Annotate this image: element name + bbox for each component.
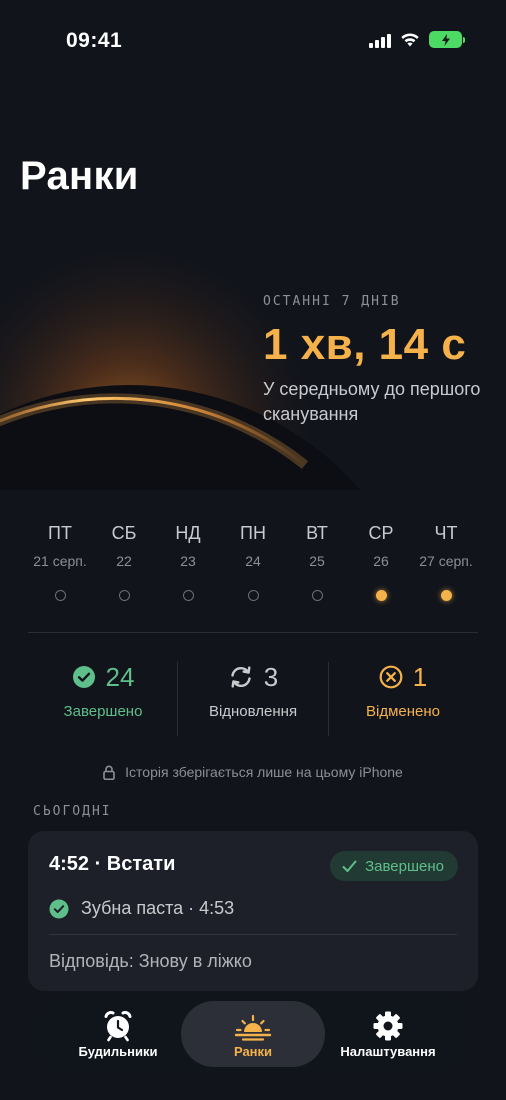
stat-completed: 24 Завершено <box>28 661 178 721</box>
completed-label: Завершено <box>63 703 143 720</box>
morning-entry-card[interactable]: 4:52 · Встати Завершено Зубна паста · 4:… <box>28 831 478 991</box>
status-time: 09:41 <box>66 29 123 52</box>
day-date: 26 <box>373 553 389 569</box>
stat-restored: 3 Відновлення <box>178 661 328 721</box>
stats-row: 24 Завершено 3 Відновлення 1 Відменено <box>28 662 478 736</box>
tab-label: Налаштування <box>340 1044 436 1059</box>
sunrise-icon <box>234 1014 272 1041</box>
day-date: 27 серп. <box>419 553 473 569</box>
gear-icon <box>373 1011 403 1041</box>
day-column[interactable]: СР 26 <box>349 520 413 601</box>
average-time-description: У середньому до першого сканування <box>263 379 481 424</box>
day-name: НД <box>175 523 201 543</box>
check-circle-icon <box>49 899 69 918</box>
section-label-today: СЬОГОДНІ <box>33 804 112 819</box>
refresh-icon <box>231 666 251 688</box>
day-name: СР <box>368 523 394 543</box>
cancelled-count: 1 <box>412 661 428 692</box>
tab-bar: Будильники Ранки Налаштування <box>40 996 466 1072</box>
week-strip: ПТ 21 серп. СБ 22 НД 23 ПН 24 ВТ 25 СР 2… <box>28 520 478 610</box>
wifi-icon <box>401 33 419 47</box>
check-circle-icon <box>72 666 95 688</box>
tab-label: Будильники <box>78 1044 158 1059</box>
stat-cancelled: 1 Відменено <box>328 661 478 721</box>
entry-step: Зубна паста · 4:53 <box>49 898 234 919</box>
day-date: 24 <box>245 553 261 569</box>
day-date: 21 серп. <box>33 553 87 569</box>
tab-label: Ранки <box>233 1044 273 1059</box>
entry-title: 4:52 · Встати <box>49 853 176 875</box>
status-icons <box>369 31 465 48</box>
day-indicator-dot <box>247 590 259 601</box>
tab-settings[interactable]: Налаштування <box>316 1001 460 1067</box>
restored-label: Відновлення <box>208 703 298 720</box>
battery-charging-icon <box>429 31 465 48</box>
day-indicator-dot <box>118 590 130 601</box>
day-indicator-dot <box>375 590 387 601</box>
average-time-value: 1 хв, 14 с <box>263 320 467 369</box>
divider <box>28 632 478 633</box>
x-circle-icon <box>379 665 403 689</box>
day-name: ПТ <box>48 523 72 543</box>
day-column[interactable]: ВТ 25 <box>285 520 349 601</box>
day-indicator-dot <box>311 590 323 601</box>
divider <box>49 934 457 935</box>
day-date: 22 <box>116 553 132 569</box>
day-date: 25 <box>309 553 325 569</box>
status-badge: Завершено <box>330 851 458 881</box>
day-name: ПН <box>240 523 266 543</box>
privacy-note-text: Історія зберігається лише на цьому iPhon… <box>125 764 403 780</box>
summary-hero: ОСТАННІ 7 ДНІВ 1 хв, 14 с У середньому д… <box>0 230 506 490</box>
day-indicator-dot <box>54 590 66 601</box>
day-indicator-dot <box>440 590 452 601</box>
day-date: 23 <box>180 553 196 569</box>
privacy-note: Історія зберігається лише на цьому iPhon… <box>0 764 506 780</box>
day-name: ВТ <box>306 523 328 543</box>
tab-mornings[interactable]: Ранки <box>181 1001 325 1067</box>
lock-icon <box>103 765 115 780</box>
tab-alarms[interactable]: Будильники <box>46 1001 190 1067</box>
entry-step-text: Зубна паста · 4:53 <box>81 898 235 918</box>
day-column[interactable]: ПН 24 <box>221 520 285 601</box>
cellular-signal-icon <box>369 32 391 48</box>
checkmark-icon <box>342 860 357 872</box>
entry-response: Відповідь: Знову в ліжко <box>49 951 252 971</box>
completed-count: 24 <box>105 661 135 692</box>
day-column[interactable]: НД 23 <box>156 520 220 601</box>
day-indicator-dot <box>182 590 194 601</box>
alarm-clock-icon <box>104 1011 132 1042</box>
day-column[interactable]: СБ 22 <box>92 520 156 601</box>
restored-count: 3 <box>263 661 279 692</box>
cancelled-label: Відменено <box>366 703 440 720</box>
page-title: Ранки <box>20 154 139 198</box>
day-column[interactable]: ЧТ 27 серп. <box>414 520 478 601</box>
day-name: СБ <box>111 523 137 543</box>
summary-period-label: ОСТАННІ 7 ДНІВ <box>263 294 401 309</box>
status-bar: 09:41 <box>0 0 506 84</box>
status-badge-text: Завершено <box>365 857 444 875</box>
day-column[interactable]: ПТ 21 серп. <box>28 520 92 601</box>
day-name: ЧТ <box>434 523 458 543</box>
